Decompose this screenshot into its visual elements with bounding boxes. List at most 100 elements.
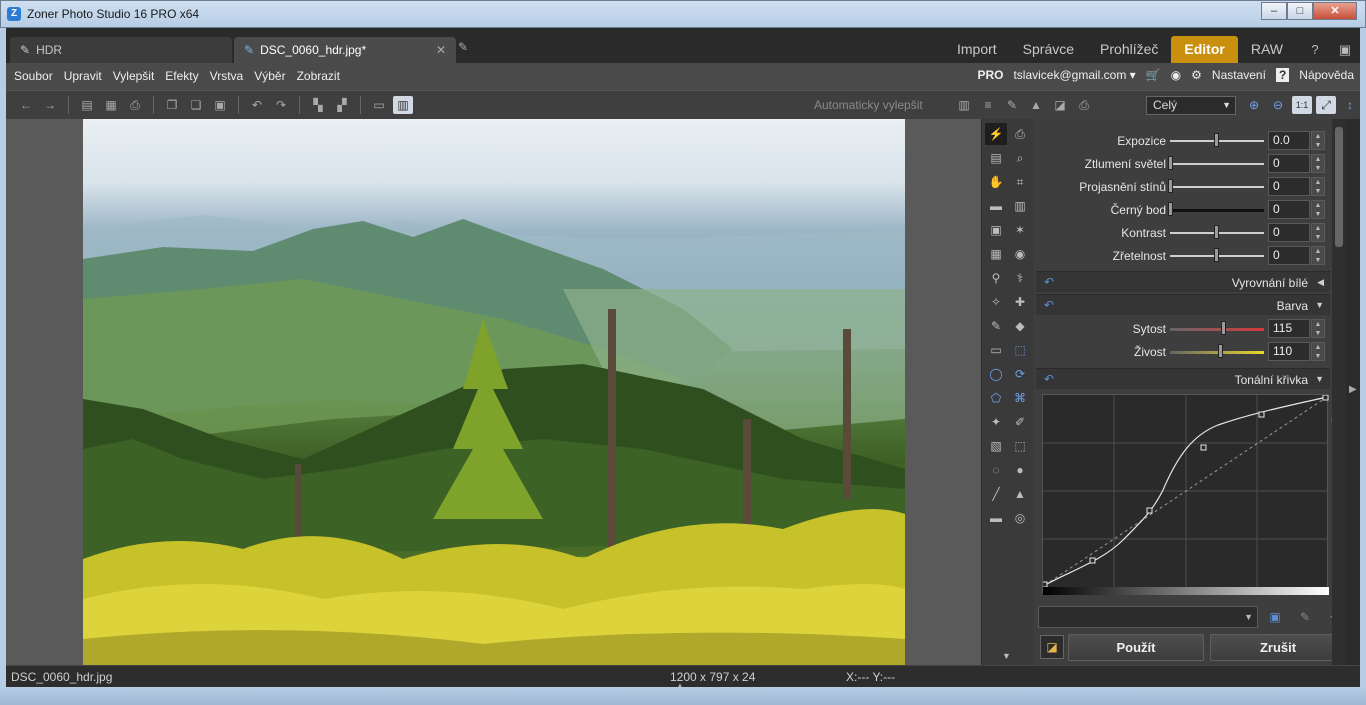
module-manager[interactable]: Správce	[1010, 36, 1087, 63]
retouch-icon[interactable]: ✧	[985, 291, 1007, 313]
levels-icon[interactable]: ≡	[978, 96, 998, 114]
slider-black-point[interactable]: Černý bod 0 ▲ ▼	[1034, 199, 1330, 221]
curve-point[interactable]	[1146, 507, 1153, 514]
help-icon[interactable]: ?	[1275, 68, 1290, 82]
spinner[interactable]: ▲ ▼	[1311, 342, 1325, 361]
settings-link[interactable]: Nastavení	[1212, 68, 1266, 82]
copy-icon[interactable]: ❐	[162, 96, 182, 114]
lasso-icon[interactable]: ⟳	[1009, 363, 1031, 385]
save-preset-icon[interactable]: ▣	[1266, 608, 1284, 626]
gradient-icon[interactable]: ▲	[1009, 483, 1031, 505]
tab-dsc-0060[interactable]: ✎ DSC_0060_hdr.jpg* ✕	[234, 37, 456, 63]
undo-icon[interactable]: ↶	[1044, 298, 1054, 312]
slider-knob[interactable]	[1214, 225, 1219, 239]
plus-brush-icon[interactable]: ✚	[1009, 291, 1031, 313]
layer-icon[interactable]: ▦	[985, 243, 1007, 265]
brush-icon[interactable]: ✎	[1002, 96, 1022, 114]
ellipse-select-icon[interactable]: ◯	[985, 363, 1007, 385]
slider-knob[interactable]	[1168, 202, 1173, 216]
help-link[interactable]: Nápověda	[1299, 68, 1354, 82]
watermark-icon[interactable]: ◎	[1009, 507, 1031, 529]
value-input[interactable]: 0	[1268, 177, 1310, 196]
slider-highlights[interactable]: Ztlumení světel 0 ▲ ▼	[1034, 153, 1330, 175]
slider-contrast[interactable]: Kontrast 0 ▲ ▼	[1034, 222, 1330, 244]
zoom-out-icon[interactable]: ⊖	[1268, 96, 1288, 114]
histogram-tool-icon[interactable]: ▤	[985, 147, 1007, 169]
slider-knob[interactable]	[1221, 321, 1226, 335]
preset-select[interactable]: ▼	[1038, 606, 1258, 628]
menu-vylepsit[interactable]: Vylepšit	[113, 69, 155, 83]
forward-arrow-icon[interactable]: →	[40, 96, 60, 114]
undo-icon[interactable]: ↶	[247, 96, 267, 114]
effects-icon[interactable]: ✶	[1009, 219, 1031, 241]
menu-vrstva[interactable]: Vrstva	[210, 69, 244, 83]
close-button[interactable]: ✕	[1313, 2, 1357, 20]
minimize-button[interactable]: –	[1261, 2, 1287, 20]
select-brush-icon[interactable]: ✐	[1009, 411, 1031, 433]
select-layer-icon[interactable]: ▧	[985, 435, 1007, 457]
paste-icon[interactable]: ❏	[186, 96, 206, 114]
fit-height-icon[interactable]: ↕	[1340, 96, 1360, 114]
section-tone-curve[interactable]: ↶ Tonální křivka ▼	[1036, 368, 1330, 389]
layout-compare-icon[interactable]: ▞	[332, 96, 352, 114]
menu-upravit[interactable]: Upravit	[64, 69, 102, 83]
stamp-icon[interactable]: ⚲	[985, 267, 1007, 289]
zoom-in-icon[interactable]: ⊕	[1244, 96, 1264, 114]
undo-icon[interactable]: ↶	[1044, 275, 1054, 289]
spinner[interactable]: ▲ ▼	[1311, 177, 1325, 196]
spinner[interactable]: ▲ ▼	[1311, 319, 1325, 338]
new-tab-icon[interactable]: ✎	[458, 40, 478, 60]
redo-icon[interactable]: ↷	[271, 96, 291, 114]
value-input[interactable]: 0	[1268, 154, 1310, 173]
menu-zobrazit[interactable]: Zobrazit	[297, 69, 340, 83]
save-icon[interactable]: ▦	[101, 96, 121, 114]
help-question-icon[interactable]: ?	[1304, 40, 1326, 60]
line-icon[interactable]: ╱	[985, 483, 1007, 505]
back-arrow-icon[interactable]: ←	[16, 96, 36, 114]
photo[interactable]	[83, 119, 905, 665]
spinner[interactable]: ▲ ▼	[1311, 131, 1325, 150]
fit-screen-icon[interactable]: ⤢	[1316, 96, 1336, 114]
rss-icon[interactable]: ◉	[1171, 68, 1181, 82]
section-white-balance[interactable]: ↶ Vyrovnání bílé ◀	[1036, 271, 1330, 292]
text-icon[interactable]: ▬	[985, 507, 1007, 529]
paste-new-icon[interactable]: ▣	[210, 96, 230, 114]
curve-point[interactable]	[1258, 411, 1265, 418]
slider-exposure[interactable]: Expozice 0.0 ▲ ▼	[1034, 130, 1330, 152]
rect-select-icon[interactable]: ⬚	[1009, 339, 1031, 361]
curve-point[interactable]	[1089, 557, 1096, 564]
apply-button[interactable]: Použít	[1068, 634, 1204, 661]
auto-enhance-button[interactable]: Automaticky vylepšit	[814, 98, 923, 112]
curve-point[interactable]	[1043, 581, 1048, 588]
eraser-icon[interactable]: ▭	[985, 339, 1007, 361]
delete-preset-icon[interactable]: ✎	[1296, 608, 1314, 626]
module-import[interactable]: Import	[944, 36, 1010, 63]
value-input[interactable]: 0	[1268, 200, 1310, 219]
window-mode-icon[interactable]: ▣	[1334, 40, 1356, 60]
menu-soubor[interactable]: Soubor	[14, 69, 53, 83]
cart-icon[interactable]: 🛒	[1146, 68, 1161, 82]
shape-icon[interactable]: ◌	[985, 459, 1007, 481]
undo-icon[interactable]: ↶	[1044, 372, 1054, 386]
value-input[interactable]: 0	[1268, 246, 1310, 265]
tone-curve-editor[interactable]	[1042, 394, 1329, 595]
pencil-icon[interactable]: ✎	[985, 315, 1007, 337]
slider-knob[interactable]	[1218, 344, 1223, 358]
magnifier-icon[interactable]: ⌕	[1009, 147, 1031, 169]
slider-clarity[interactable]: Zřetelnost 0 ▲ ▼	[1034, 245, 1330, 267]
print-tool-icon[interactable]: ⎙	[1009, 123, 1031, 145]
healing-icon[interactable]: ⚕	[1009, 267, 1031, 289]
menu-efekty[interactable]: Efekty	[165, 69, 198, 83]
perspective-icon[interactable]: ▥	[1009, 195, 1031, 217]
before-after-icon[interactable]: ◪	[1040, 635, 1064, 659]
slider-knob[interactable]	[1214, 248, 1219, 262]
open-folder-icon[interactable]: ▤	[77, 96, 97, 114]
spinner[interactable]: ▲ ▼	[1311, 200, 1325, 219]
zoom-1-1-icon[interactable]: 1:1	[1292, 96, 1312, 114]
gear-icon[interactable]: ⚙	[1191, 68, 1202, 82]
close-tab-icon[interactable]: ✕	[436, 38, 446, 62]
spinner[interactable]: ▲ ▼	[1311, 223, 1325, 242]
value-input[interactable]: 115	[1268, 319, 1310, 338]
spinner[interactable]: ▲ ▼	[1311, 154, 1325, 173]
spinner[interactable]: ▲ ▼	[1311, 246, 1325, 265]
